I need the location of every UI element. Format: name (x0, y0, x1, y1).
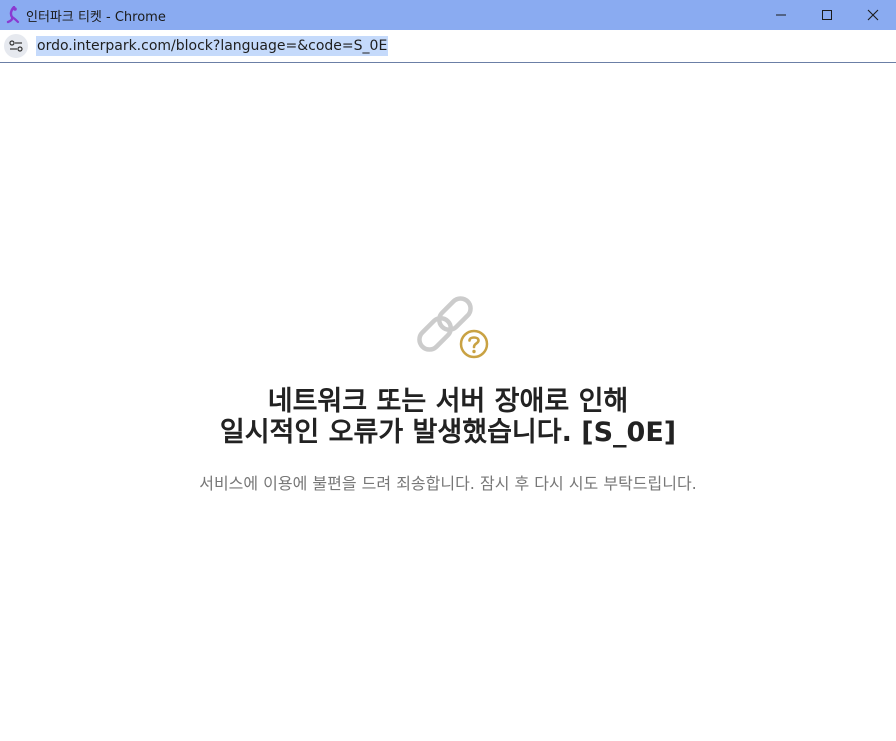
error-title-line-1: 네트워크 또는 서버 장애로 인해 (267, 386, 629, 417)
window-titlebar[interactable]: 인터파크 티켓 - Chrome (0, 0, 896, 30)
error-title: 네트워크 또는 서버 장애로 인해 일시적인 오류가 발생했습니다. [S_0E… (0, 386, 896, 448)
site-settings-icon (9, 37, 23, 56)
close-button[interactable] (850, 0, 896, 30)
error-description: 서비스에 이용에 불편을 드려 죄송합니다. 잠시 후 다시 시도 부탁드립니다… (199, 474, 697, 493)
window-controls (758, 0, 896, 30)
close-icon (867, 6, 879, 25)
minimize-icon (775, 6, 787, 25)
maximize-button[interactable] (804, 0, 850, 30)
window-title: 인터파크 티켓 - Chrome (26, 9, 166, 25)
broken-link-question-icon (405, 288, 491, 362)
page-content: 네트워크 또는 서버 장애로 인해 일시적인 오류가 발생했습니다. [S_0E… (0, 63, 896, 741)
interpark-logo-icon (4, 6, 22, 24)
site-settings-button[interactable] (4, 34, 28, 58)
error-title-line-2: 일시적인 오류가 발생했습니다. [S_0E] (219, 417, 677, 448)
address-bar: ordo.interpark.com/block?language=&code=… (0, 30, 896, 63)
url-input[interactable]: ordo.interpark.com/block?language=&code=… (36, 36, 389, 56)
minimize-button[interactable] (758, 0, 804, 30)
maximize-icon (821, 6, 833, 25)
